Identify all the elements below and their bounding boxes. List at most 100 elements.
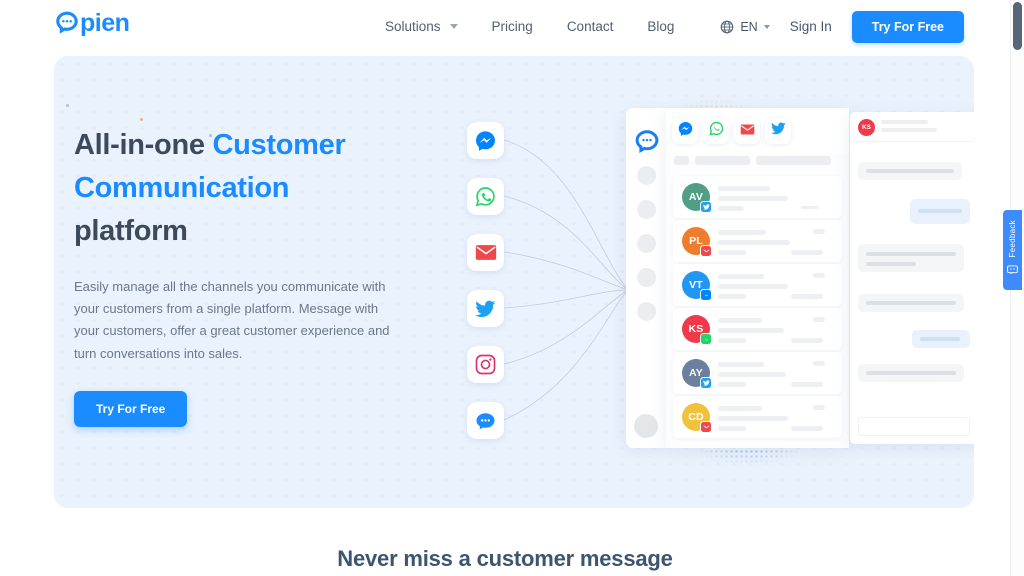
email-icon [703,249,709,252]
message-bubble-incoming [858,162,962,180]
hero-heading-line1-plain: All-in-one [74,129,213,161]
message-line [866,252,956,256]
row-title-bar [718,230,766,235]
message-bubble-incoming [858,294,964,312]
row-snippet-bar [718,240,790,245]
conversation-row[interactable]: VT [673,264,842,306]
nav-link-blog[interactable]: Blog [647,19,674,34]
nav-link-solutions[interactable]: Solutions [385,19,458,34]
inbox-tab-twitter[interactable] [765,118,791,144]
channel-tile-messenger[interactable] [467,122,504,159]
row-meta-bar [718,250,746,255]
row-time-bar [801,206,819,209]
message-line [866,262,916,266]
inbox-tab-whatsapp[interactable] [703,118,729,144]
row-snippet-bar [718,196,788,201]
row-meta-bar [718,382,746,387]
row-title-bar [718,318,762,323]
nav-link-contact[interactable]: Contact [567,19,614,34]
inbox-tab-messenger[interactable] [672,118,698,144]
row-meta-bar [718,206,744,211]
rail-nav-item[interactable] [637,302,656,321]
conversation-row[interactable]: AV [673,176,842,218]
rail-nav-item[interactable] [637,166,656,185]
email-icon [740,122,755,140]
qpien-speech-bubble-icon [54,10,80,36]
conversation-row[interactable]: CD [673,396,842,438]
message-composer-input[interactable] [858,417,970,436]
try-for-free-button[interactable]: Try For Free [851,10,964,43]
app-logo-icon [634,129,660,155]
brand-logo[interactable]: pien [54,10,130,36]
instagram-icon [475,354,496,375]
nav-link-contact-label: Contact [566,19,614,34]
message-line [920,337,960,341]
thread-contact-meta-bar [881,128,937,132]
row-meta-bar [718,294,746,299]
inbox-filter-row[interactable] [674,156,831,165]
row-meta-bar [718,338,746,343]
channel-tile-whatsapp[interactable] [467,178,504,215]
livechat-icon [475,411,496,431]
row-meta-bar [718,426,746,431]
row-time-bar [791,294,823,299]
row-snippet-bar [718,416,788,421]
conversation-thread-panel: KS [850,112,974,444]
rail-nav-item[interactable] [637,200,656,219]
hero-paragraph: Easily manage all the channels you commu… [74,278,390,361]
row-badge-bar [813,273,825,278]
avatar: KS [858,119,875,136]
app-sidebar-rail [626,108,666,448]
hero-heading-line3-plain: platform [74,215,188,248]
nav-actions: EN Sign In Try For Free [720,0,964,53]
row-title-bar [718,362,764,367]
row-time-bar [791,382,823,387]
row-title-bar [718,274,764,279]
language-selector[interactable]: EN [720,20,770,34]
message-bubble-outgoing [910,199,970,224]
message-line [866,301,956,305]
email-icon [703,425,709,428]
row-time-bar [791,250,823,255]
message-line [866,169,954,173]
nav-link-blog-label: Blog [647,19,675,34]
conversation-row[interactable]: AY [673,352,842,394]
row-badge-bar [813,229,825,234]
channel-tile-email[interactable] [467,234,504,271]
twitter-icon [770,122,786,140]
channel-tile-instagram[interactable] [467,346,504,383]
search-placeholder-bar [695,156,750,165]
twitter-icon [702,204,710,210]
thread-header: KS [850,112,974,142]
filter-chip [674,156,689,165]
rail-nav-item[interactable] [637,268,656,287]
feedback-label: Feedback [1008,219,1017,258]
row-title-bar [718,186,770,191]
page-scrollbar-thumb[interactable] [1013,2,1022,50]
channel-tile-livechat[interactable] [467,402,504,439]
feedback-tab[interactable]: Feedback [1003,210,1022,290]
whatsapp-icon [704,337,708,340]
inbox-channel-tabs [666,108,849,154]
hero-heading: All-in-one Customer Communication platfo… [74,124,419,254]
channel-badge-twitter [700,377,712,389]
nav-link-pricing[interactable]: Pricing [492,19,533,34]
channel-badge-email [700,245,712,257]
row-badge-bar [813,317,825,322]
conversation-row[interactable]: KS [673,308,842,350]
chevron-down-icon [449,24,458,29]
rail-user-avatar[interactable] [634,414,658,438]
channel-tile-twitter[interactable] [467,290,504,327]
rail-nav-item[interactable] [637,234,656,253]
nav-link-pricing-label: Pricing [491,19,533,34]
channel-badge-messenger [700,289,712,301]
hero-copy: All-in-one Customer Communication platfo… [74,124,419,428]
row-title-bar [718,406,762,411]
inbox-tab-email[interactable] [734,118,760,144]
conversation-row[interactable]: PL [673,220,842,262]
channel-badge-email [700,421,712,433]
hero-try-for-free-button[interactable]: Try For Free [74,391,188,428]
row-time-bar [791,338,823,343]
sign-in-link[interactable]: Sign In [790,19,832,34]
globe-icon [720,20,734,34]
